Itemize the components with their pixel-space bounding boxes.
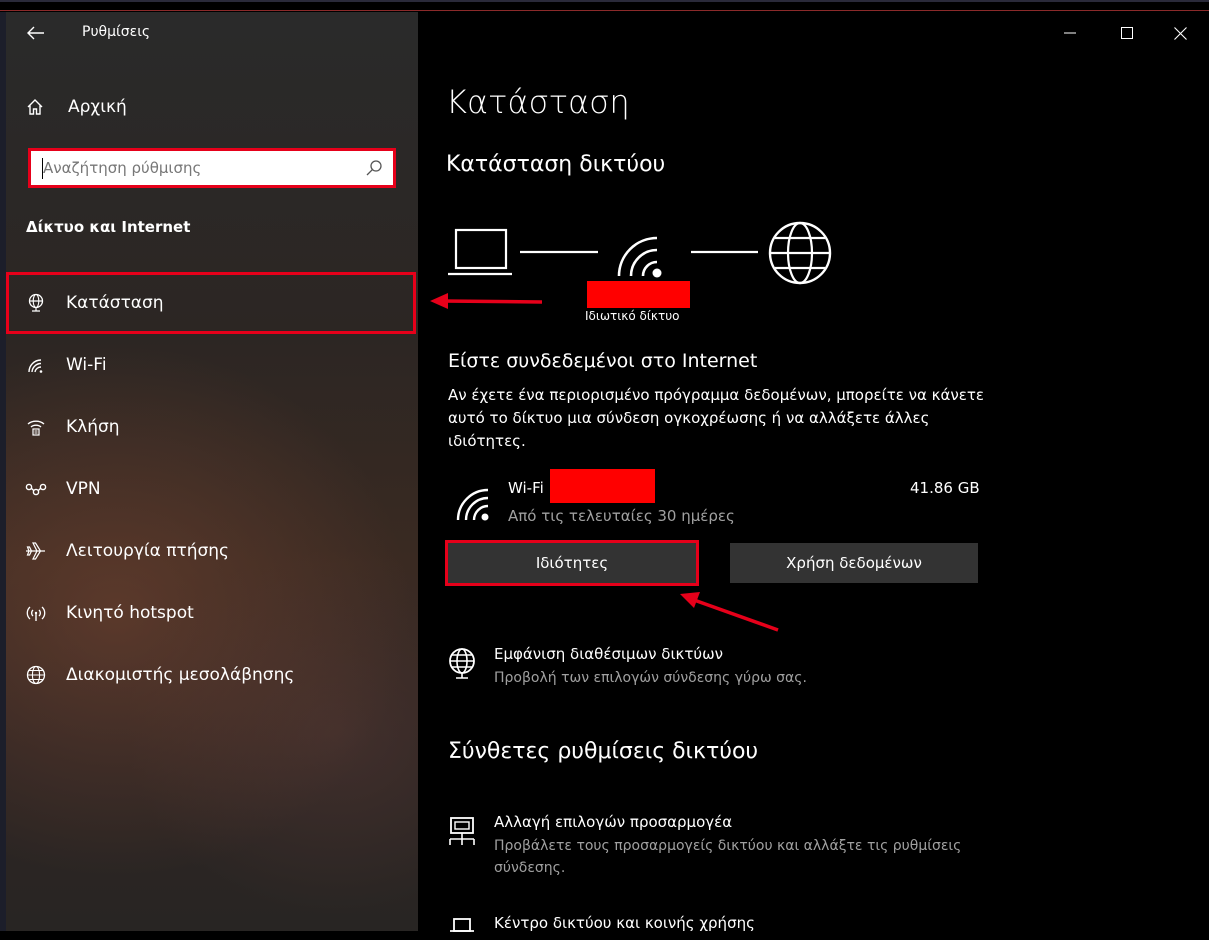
window-top-border [0,0,1209,2]
close-icon [1173,26,1187,40]
proxy-globe-icon [24,665,48,685]
back-arrow-icon [27,26,44,40]
wifi-icon [24,356,48,374]
maximize-button[interactable] [1098,14,1156,52]
show-networks-title[interactable]: Εμφάνιση διαθέσιμων δικτύων [494,645,994,663]
annotation-arrow-status [430,293,543,309]
window-accent-line [0,10,1209,11]
main-pane [418,12,1209,931]
adapter-options-subtitle: Προβάλετε τους προσαρμογείς δικτύου και … [494,838,962,876]
sidebar-item-wifi[interactable]: Wi-Fi [6,334,416,396]
wifi-signal-icon [617,236,662,278]
adapter-monitor-icon [446,813,480,879]
sidebar-item-hotspot[interactable]: Κινητό hotspot [6,582,416,644]
adapter-options-title[interactable]: Αλλαγή επιλογών προσαρμογέα [494,813,994,831]
app-title: Ρυθμίσεις [82,24,151,40]
show-networks-link[interactable]: Εμφάνιση διαθέσιμων δικτύων Προβολή των … [446,645,994,689]
sidebar-item-label: Λειτουργία πτήσης [66,541,230,561]
page-title: Κατάσταση [446,83,630,121]
vpn-icon [24,482,48,496]
internet-globe-icon [768,221,832,285]
sidebar-section-header: Δίκτυο και Internet [26,218,191,236]
connected-heading: Είστε συνδεδεμένοι στο Internet [448,350,758,372]
sharing-center-link[interactable]: Κέντρο δικτύου και κοινής χρήσης [446,914,755,940]
sidebar-item-home[interactable]: Αρχική [6,84,416,130]
text-caret [42,158,43,179]
sidebar-item-label: Κατάσταση [66,293,164,313]
annotation-arrow-properties [680,592,779,632]
network-status-heading: Κατάσταση δικτύου [446,152,666,177]
home-icon [24,98,46,116]
maximize-icon [1121,27,1133,39]
connection-name: Wi-Fi [508,479,544,497]
sidebar-item-label: Wi-Fi [66,355,107,375]
connection-period: Από τις τελευταίες 30 ημέρες [508,507,735,525]
advanced-settings-heading: Σύνθετες ρυθμίσεις δικτύου [448,739,759,764]
back-button[interactable] [20,18,52,48]
minimize-icon [1064,32,1076,34]
sidebar-item-label: Διακομιστής μεσολάβησης [66,665,295,685]
sharing-center-title[interactable]: Κέντρο δικτύου και κοινής χρήσης [494,914,755,932]
sharing-center-icon [446,914,480,940]
sidebar-home-label: Αρχική [68,97,127,117]
sidebar-item-airplane[interactable]: Λειτουργία πτήσης [6,520,416,582]
hotspot-icon [24,604,48,622]
data-usage-button[interactable]: Χρήση δεδομένων [730,543,978,583]
network-globe-icon [446,645,480,689]
search-box[interactable] [28,148,396,188]
sidebar-item-label: Κλήση [66,417,120,437]
network-type-label: Ιδιωτικό δίκτυο [585,309,680,323]
sidebar-item-status[interactable]: Κατάσταση [6,272,416,334]
dialup-icon [24,417,48,437]
connected-description: Αν έχετε ένα περιορισμένο πρόγραμμα δεδο… [448,386,984,450]
minimize-button[interactable] [1041,14,1099,52]
sidebar-item-label: Κινητό hotspot [66,603,194,623]
sidebar-item-label: VPN [66,479,101,499]
airplane-icon [24,541,48,561]
redacted-network-name [587,281,690,308]
properties-button[interactable]: Ιδιότητες [445,540,699,586]
redacted-ssid [550,469,655,503]
laptop-icon [448,228,512,276]
sidebar-item-dialup[interactable]: Κλήση [6,396,416,458]
sidebar-item-proxy[interactable]: Διακομιστής μεσολάβησης [6,644,416,706]
search-input[interactable] [31,151,351,185]
show-networks-subtitle: Προβολή των επιλογών σύνδεσης γύρω σας. [494,670,807,686]
status-globe-icon [24,293,48,313]
connection-wifi-icon [456,488,492,526]
search-icon[interactable] [365,159,383,181]
close-button[interactable] [1151,14,1209,52]
connection-data-usage: 41.86 GB [910,479,980,497]
sidebar-item-vpn[interactable]: VPN [6,458,416,520]
adapter-options-link[interactable]: Αλλαγή επιλογών προσαρμογέα Προβάλετε το… [446,813,994,879]
